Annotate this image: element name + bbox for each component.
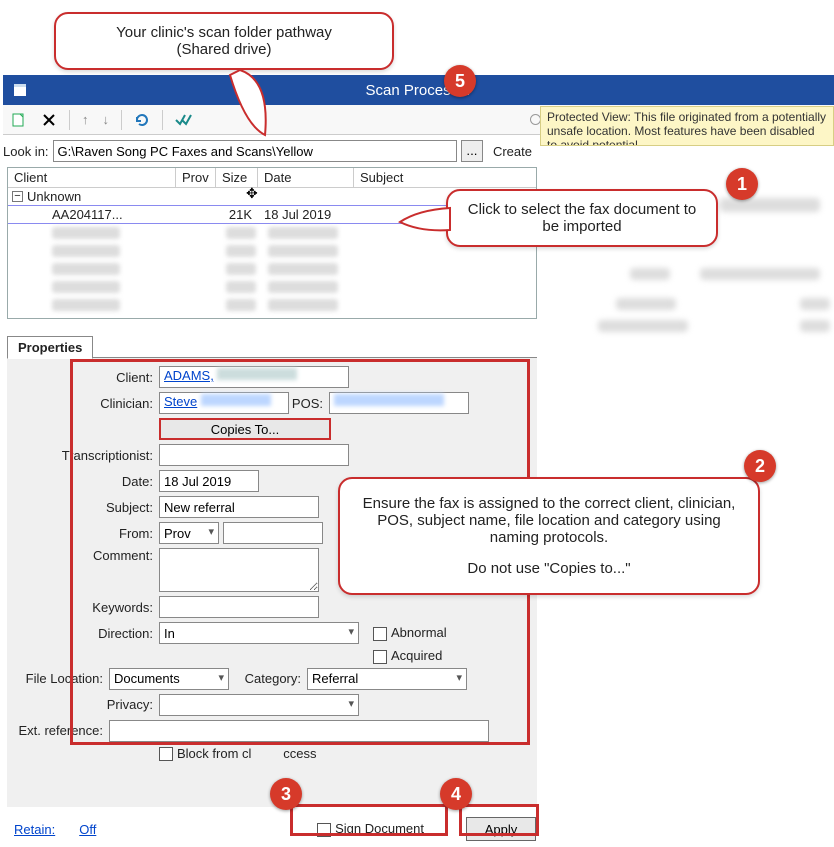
pos-field[interactable] [329, 392, 469, 414]
move-cursor-icon: ✥ [246, 185, 258, 202]
callout-text-2: Do not use "Copies to..." [360, 560, 738, 577]
group-label: Unknown [27, 189, 81, 204]
callout-text: Ensure the fax is assigned to the correc… [360, 495, 738, 546]
comment-field[interactable] [159, 548, 319, 592]
cell-size: 21K [216, 207, 258, 222]
badge-1: 1 [726, 168, 758, 200]
new-icon[interactable] [7, 110, 31, 130]
label-sign: Sign Document [335, 821, 424, 836]
browse-button[interactable]: ... [461, 140, 483, 162]
label-clinician: Clinician: [7, 396, 159, 411]
blurred-content [598, 320, 688, 332]
keywords-field[interactable] [159, 596, 319, 618]
callout-pathway: Your clinic's scan folder pathway (Share… [54, 12, 394, 70]
badge-5: 5 [444, 65, 476, 97]
blurred-content [720, 198, 820, 212]
label-from: From: [7, 526, 159, 541]
label-pos: POS: [289, 396, 329, 411]
from-field[interactable] [223, 522, 323, 544]
col-client[interactable]: Client [8, 168, 176, 187]
label-acquired: Acquired [391, 648, 442, 663]
col-date[interactable]: Date [258, 168, 354, 187]
retain-off[interactable]: Off [79, 822, 96, 837]
copies-to-button[interactable]: Copies To... [159, 418, 331, 440]
callout-assign: Ensure the fax is assigned to the correc… [338, 477, 760, 595]
ext-reference-field[interactable] [109, 720, 489, 742]
acquired-checkbox[interactable] [373, 650, 387, 664]
label-file-location: File Location: [7, 671, 109, 686]
col-prov[interactable]: Prov [176, 168, 216, 187]
label-privacy: Privacy: [7, 697, 159, 712]
badge-4: 4 [440, 778, 472, 810]
category-select[interactable] [307, 668, 467, 690]
label-block: Block from client access [177, 746, 316, 761]
delete-icon[interactable] [37, 110, 61, 130]
label-client: Client: [7, 370, 159, 385]
transcriptionist-field[interactable] [159, 444, 349, 466]
callout-pathway-tail [220, 70, 290, 150]
bottom-bar: Retain: Off Sign Document Apply [14, 817, 536, 841]
label-category: Category: [229, 671, 307, 686]
label-date: Date: [7, 474, 159, 489]
cell-client: AA204117... [8, 207, 176, 222]
callout-select-tail [398, 204, 458, 244]
clinician-field[interactable]: Steve [159, 392, 289, 414]
file-location-select[interactable] [109, 668, 229, 690]
blurred-content [800, 298, 830, 310]
sign-document-checkbox[interactable] [317, 823, 331, 837]
callout-select-fax: Click to select the fax document to be i… [446, 189, 718, 247]
abnormal-checkbox[interactable] [373, 627, 387, 641]
refresh-icon[interactable] [130, 110, 154, 130]
blurred-content [630, 268, 670, 280]
col-subject[interactable]: Subject [354, 168, 536, 187]
cell-date: 18 Jul 2019 [258, 207, 354, 222]
label-transcriptionist: Transcriptionist: [7, 448, 159, 463]
title-bar: Scan Processor [3, 75, 834, 105]
callout-text: Your clinic's scan folder pathway (Share… [116, 24, 332, 58]
badge-2: 2 [744, 450, 776, 482]
apply-button[interactable]: Apply [466, 817, 536, 841]
retain-link[interactable]: Retain: [14, 822, 55, 837]
blurred-content [800, 320, 830, 332]
grid-header: Client Prov Size Date Subject [8, 168, 536, 188]
down-icon[interactable]: ↓ [99, 110, 114, 129]
lookin-label: Look in: [3, 144, 49, 159]
subject-field[interactable] [159, 496, 319, 518]
blurred-content [700, 268, 820, 280]
collapse-icon[interactable]: − [12, 191, 23, 202]
privacy-select[interactable] [159, 694, 359, 716]
properties-tab[interactable]: Properties [7, 336, 93, 359]
protected-view-banner: Protected View: This file originated fro… [540, 106, 834, 146]
block-access-checkbox[interactable] [159, 747, 173, 761]
label-keywords: Keywords: [7, 600, 159, 615]
label-abnormal: Abnormal [391, 625, 447, 640]
badge-3: 3 [270, 778, 302, 810]
app-icon [3, 75, 37, 105]
blurred-content [616, 298, 676, 310]
up-icon[interactable]: ↑ [78, 110, 93, 129]
callout-text: Click to select the fax document to be i… [468, 201, 696, 235]
label-direction: Direction: [7, 626, 159, 641]
label-comment: Comment: [7, 548, 159, 563]
date-field[interactable] [159, 470, 259, 492]
cell-prov [176, 207, 216, 222]
create-button[interactable]: Create [487, 144, 538, 159]
from-type-select[interactable] [159, 522, 219, 544]
client-field[interactable]: ADAMS, [159, 366, 349, 388]
label-subject: Subject: [7, 500, 159, 515]
check-icon[interactable] [171, 111, 197, 129]
label-ext-reference: Ext. reference: [7, 723, 109, 738]
direction-select[interactable] [159, 622, 359, 644]
